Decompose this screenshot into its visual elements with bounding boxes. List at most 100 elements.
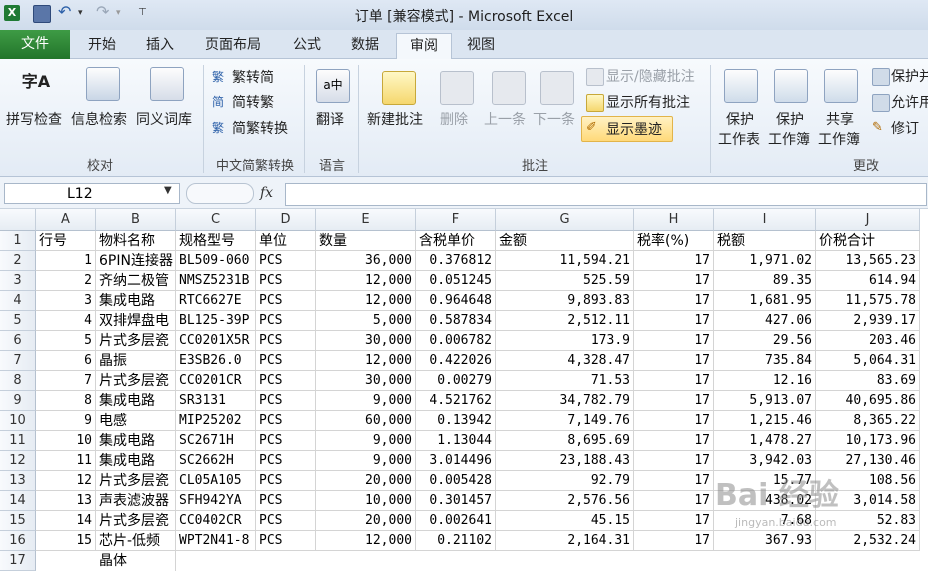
show-hide-comment-button[interactable]: 显示/隐藏批注 [606, 66, 695, 86]
allow-edit-button[interactable]: 允许用 [891, 92, 928, 112]
column-header-b[interactable]: B [96, 209, 176, 231]
grid-cell[interactable]: 芯片-低频 [96, 531, 176, 551]
grid-cell[interactable]: SR3131 [176, 391, 256, 411]
grid-cell[interactable]: 614.94 [816, 271, 920, 291]
grid-cell[interactable]: 0.376812 [416, 251, 496, 271]
grid-cell[interactable]: 17 [634, 471, 714, 491]
grid-cell[interactable]: 17 [634, 271, 714, 291]
column-header-f[interactable]: F [416, 209, 496, 231]
grid-cell[interactable]: 5,913.07 [714, 391, 816, 411]
grid-cell[interactable]: 36,000 [316, 251, 416, 271]
grid-cell[interactable]: PCS [256, 491, 316, 511]
grid-cell[interactable]: PCS [256, 391, 316, 411]
grid-cell[interactable]: 34,782.79 [496, 391, 634, 411]
row-header[interactable]: 15 [0, 511, 36, 531]
grid-cell[interactable]: 40,695.86 [816, 391, 920, 411]
tab-review[interactable]: 审阅 [396, 33, 452, 61]
grid-cell[interactable]: 89.35 [714, 271, 816, 291]
grid-cell[interactable]: 525.59 [496, 271, 634, 291]
grid-cell[interactable]: 17 [634, 531, 714, 551]
header-cell[interactable]: 含税单价 [416, 231, 496, 251]
grid-cell[interactable]: 20,000 [316, 471, 416, 491]
grid-cell[interactable]: 17 [634, 511, 714, 531]
share-workbook-button-line1[interactable]: 共享 [826, 109, 854, 129]
grid-cell[interactable]: 8 [36, 391, 96, 411]
protect-workbook-button-line2[interactable]: 工作簿 [768, 129, 810, 149]
grid-cell[interactable]: 17 [634, 311, 714, 331]
grid-cell[interactable]: 12,000 [316, 291, 416, 311]
thesaurus-button[interactable]: 同义词库 [136, 109, 192, 129]
grid-cell[interactable]: 20,000 [316, 511, 416, 531]
grid-cell[interactable]: 声表滤波器 [96, 491, 176, 511]
grid-cell[interactable]: 23,188.43 [496, 451, 634, 471]
grid-cell[interactable]: 5,000 [316, 311, 416, 331]
header-cell[interactable]: 金额 [496, 231, 634, 251]
grid-cell[interactable]: 11 [36, 451, 96, 471]
row-header[interactable]: 7 [0, 351, 36, 371]
grid-cell[interactable]: 片式多层瓷 [96, 511, 176, 531]
header-cell[interactable]: 行号 [36, 231, 96, 251]
grid-cell[interactable]: 17 [634, 451, 714, 471]
show-all-comments-button[interactable]: 显示所有批注 [606, 92, 690, 112]
grid-cell[interactable]: 17 [634, 371, 714, 391]
track-changes-button[interactable]: 修订 [891, 118, 919, 138]
grid-cell[interactable]: 30,000 [316, 371, 416, 391]
grid-cell[interactable]: 9,000 [316, 451, 416, 471]
grid-cell[interactable]: 晶体 [96, 551, 176, 571]
grid-cell[interactable]: 17 [634, 291, 714, 311]
name-box[interactable]: L12 [4, 183, 180, 204]
row-header[interactable]: 1 [0, 231, 36, 251]
trad-to-simp-button[interactable]: 繁转简 [232, 67, 274, 87]
row-header[interactable]: 8 [0, 371, 36, 391]
grid-cell[interactable]: E3SB26.0 [176, 351, 256, 371]
grid-cell[interactable]: WPT2N41-8 [176, 531, 256, 551]
grid-cell[interactable]: 10,000 [316, 491, 416, 511]
previous-comment-button[interactable]: 上一条 [484, 109, 526, 129]
tab-home[interactable]: 开始 [75, 33, 129, 58]
grid-cell[interactable]: PCS [256, 311, 316, 331]
insert-function-button[interactable]: fx [260, 185, 273, 201]
grid-cell[interactable]: CC0201X5R [176, 331, 256, 351]
grid-cell[interactable]: 1,681.95 [714, 291, 816, 311]
column-header-c[interactable]: C [176, 209, 256, 231]
tab-insert[interactable]: 插入 [133, 33, 187, 58]
grid-cell[interactable]: 集成电路 [96, 431, 176, 451]
grid-cell[interactable]: BL125-39P [176, 311, 256, 331]
grid-cell[interactable]: 27,130.46 [816, 451, 920, 471]
grid-cell[interactable]: 3,942.03 [714, 451, 816, 471]
grid-cell[interactable]: 12,000 [316, 531, 416, 551]
grid-cell[interactable]: 片式多层瓷 [96, 471, 176, 491]
header-cell[interactable]: 数量 [316, 231, 416, 251]
protect-share-button[interactable]: 保护并 [891, 66, 928, 86]
grid-cell[interactable]: 电感 [96, 411, 176, 431]
grid-cell[interactable]: SFH942YA [176, 491, 256, 511]
grid-cell[interactable]: 17 [634, 251, 714, 271]
grid-cell[interactable]: 15 [36, 531, 96, 551]
column-header-h[interactable]: H [634, 209, 714, 231]
grid-cell[interactable]: RTC6627E [176, 291, 256, 311]
grid-cell[interactable]: 7 [36, 371, 96, 391]
grid-cell[interactable]: 0.21102 [416, 531, 496, 551]
grid-cell[interactable]: 7,149.76 [496, 411, 634, 431]
grid-cell[interactable]: 9 [36, 411, 96, 431]
grid-cell[interactable]: 1 [36, 251, 96, 271]
grid-cell[interactable]: 0.587834 [416, 311, 496, 331]
row-header[interactable]: 11 [0, 431, 36, 451]
grid-cell[interactable]: 0.13942 [416, 411, 496, 431]
header-cell[interactable]: 税率(%) [634, 231, 714, 251]
grid-cell[interactable]: 晶振 [96, 351, 176, 371]
grid-cell[interactable]: 9,000 [316, 431, 416, 451]
grid-cell[interactable]: 17 [634, 351, 714, 371]
grid-cell[interactable]: 6 [36, 351, 96, 371]
research-button[interactable]: 信息检索 [71, 109, 127, 129]
grid-cell[interactable]: NMSZ5231B [176, 271, 256, 291]
row-header[interactable]: 6 [0, 331, 36, 351]
column-header-g[interactable]: G [496, 209, 634, 231]
grid-cell[interactable]: 11,575.78 [816, 291, 920, 311]
formula-input[interactable] [285, 183, 927, 206]
grid-cell[interactable]: 203.46 [816, 331, 920, 351]
new-comment-button[interactable]: 新建批注 [367, 109, 423, 129]
tab-formulas[interactable]: 公式 [280, 33, 334, 58]
grid-cell[interactable]: MIP25202 [176, 411, 256, 431]
grid-cell[interactable]: 30,000 [316, 331, 416, 351]
